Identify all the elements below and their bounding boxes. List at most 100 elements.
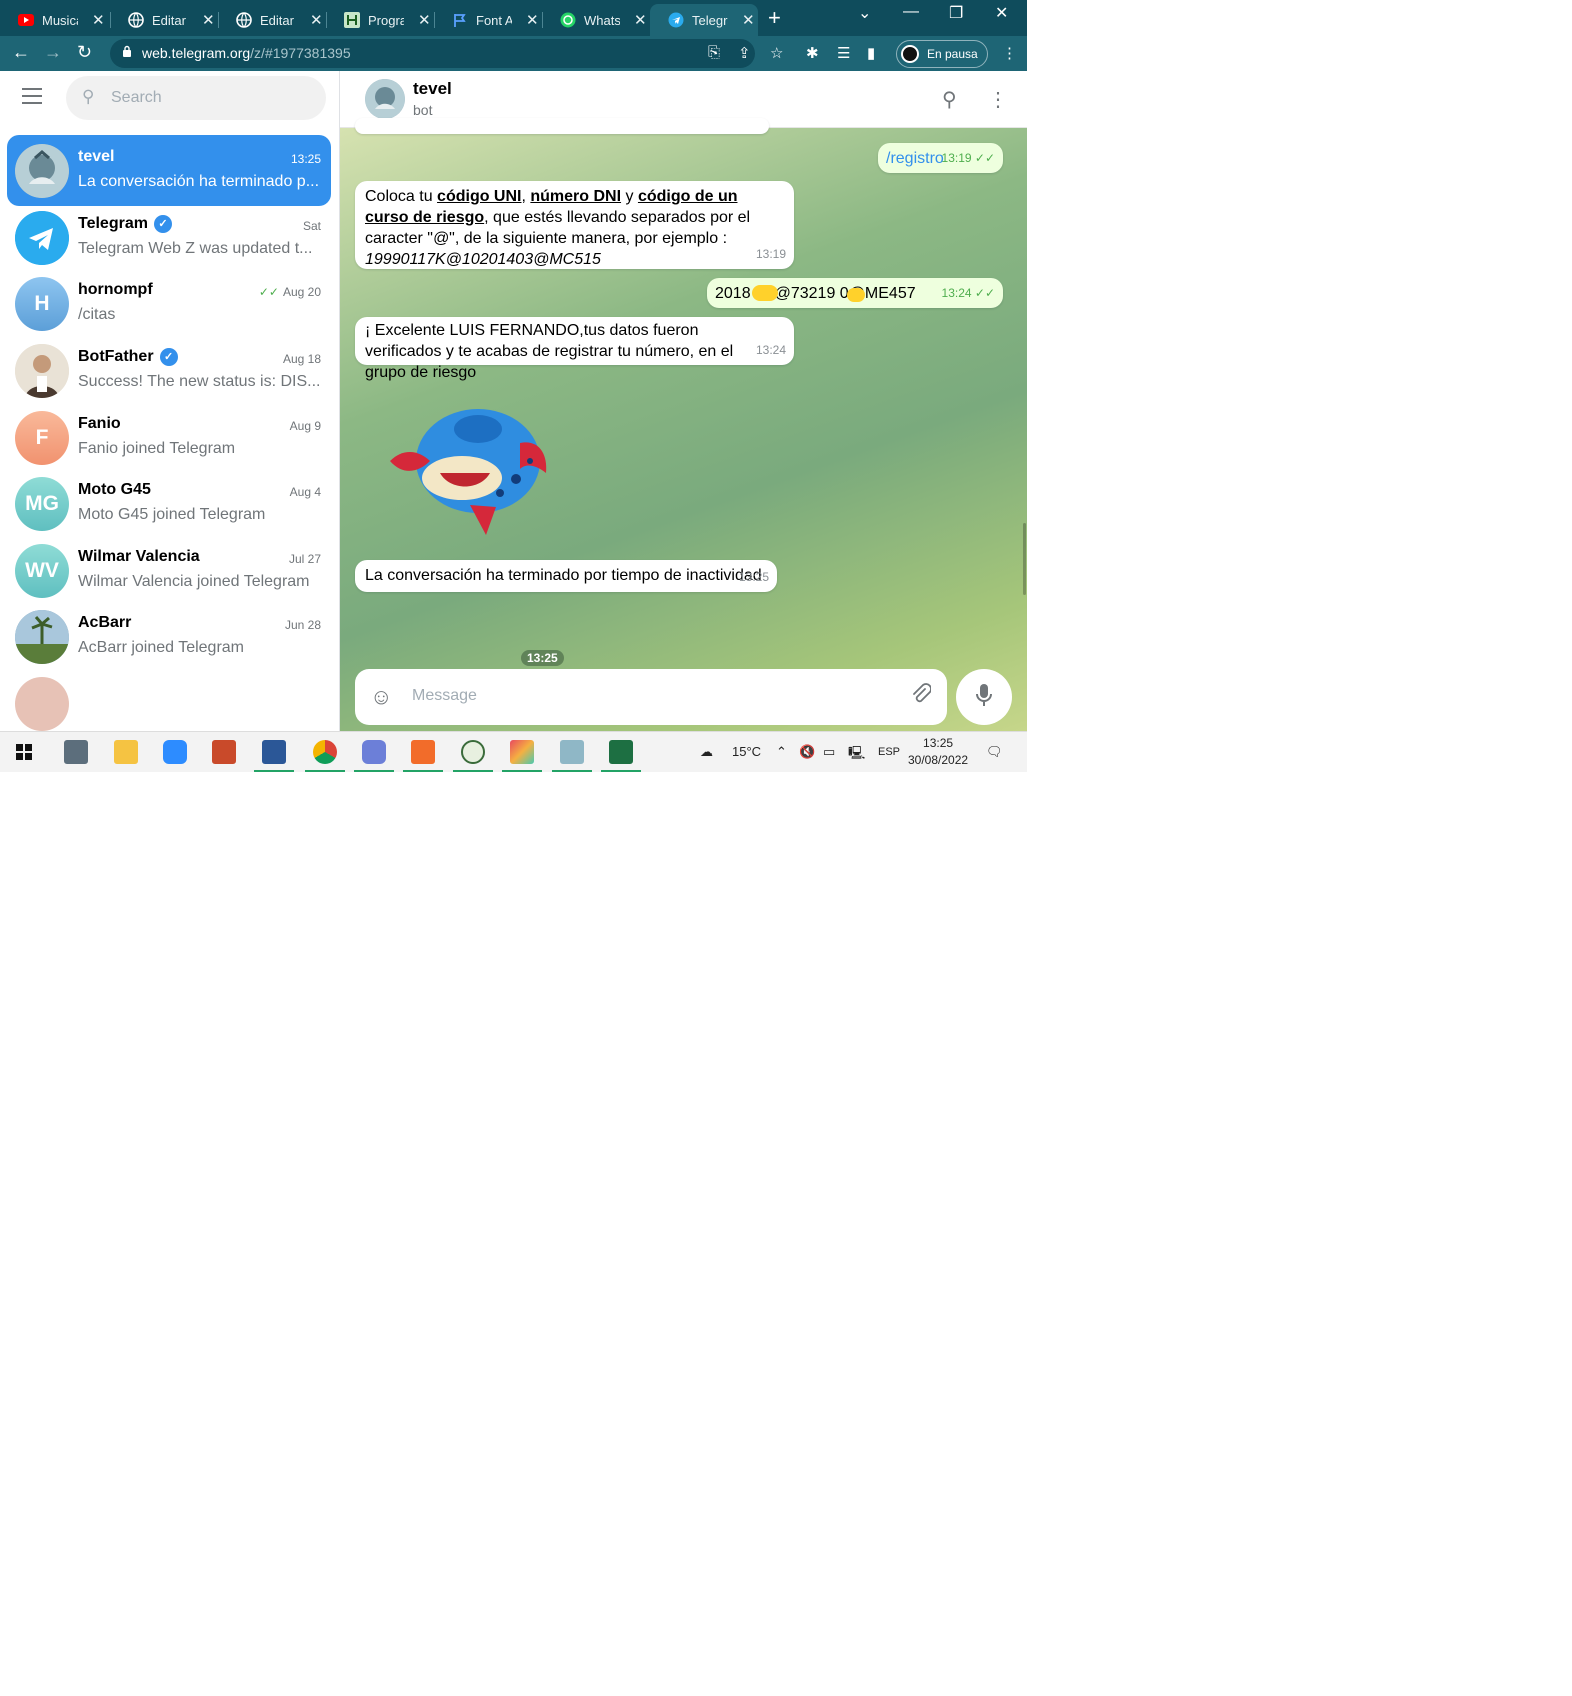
close-tab-icon[interactable]: ✕: [202, 11, 215, 29]
forward-arrow-icon[interactable]: →: [44, 42, 62, 63]
xampp-icon[interactable]: [411, 740, 435, 764]
tab-label: Font Aw: [476, 12, 512, 28]
input-language[interactable]: ESP: [878, 746, 900, 758]
avatar: [901, 45, 919, 63]
bookmark-star-icon[interactable]: ☆: [770, 44, 783, 62]
chat-item-tevel[interactable]: tevel 13:25 La conversación ha terminado…: [7, 135, 331, 206]
notifications-icon[interactable]: 🗨: [986, 744, 1003, 760]
chat-preview: Wilmar Valencia joined Telegram: [78, 573, 310, 590]
reload-icon[interactable]: ↻: [77, 42, 92, 63]
read-double-check-icon: ✓✓: [974, 286, 995, 300]
new-tab-icon[interactable]: +: [768, 5, 781, 31]
more-vertical-icon[interactable]: ⋮: [988, 87, 1008, 112]
box-app-icon[interactable]: [362, 740, 386, 764]
calculator-icon[interactable]: [64, 740, 88, 764]
battery-icon[interactable]: ▭: [823, 744, 835, 760]
close-tab-icon[interactable]: ✕: [742, 11, 755, 29]
windows-start-icon[interactable]: [16, 744, 32, 765]
tab-musica[interactable]: Musica ✕: [0, 4, 110, 36]
message-composer[interactable]: ☺ Message: [355, 669, 947, 725]
telegram-logo-icon: [15, 211, 69, 265]
attachment-paperclip-icon[interactable]: [911, 683, 932, 711]
bot-command-link[interactable]: /registro: [886, 148, 944, 169]
chat-name-text: Telegram: [78, 215, 148, 232]
tab-font-awesome[interactable]: Font Aw ✕: [434, 4, 542, 36]
chat-item-acbarr[interactable]: AcBarr Jun 28 AcBarr joined Telegram: [7, 601, 331, 672]
chat-item-moto-g45[interactable]: MG Moto G45 Aug 4 Moto G45 joined Telegr…: [7, 468, 331, 539]
voice-record-button[interactable]: [956, 669, 1012, 725]
excel-icon[interactable]: [609, 740, 633, 764]
italic-example: 19990117K@10201403@MC515: [365, 251, 601, 268]
chat-item-hornompf[interactable]: H hornompf ✓✓ Aug 20 /citas: [7, 268, 331, 339]
chat-time: Aug 9: [289, 419, 321, 433]
url-text: web.telegram.org/z/#1977381395: [142, 45, 351, 61]
profile-button[interactable]: En pausa: [896, 40, 988, 68]
minimize-icon[interactable]: —: [903, 3, 919, 21]
message-input[interactable]: Message: [412, 687, 477, 705]
close-tab-icon[interactable]: ✕: [526, 11, 539, 29]
chrome-icon[interactable]: [313, 740, 337, 764]
notes-app-icon[interactable]: [560, 740, 584, 764]
weather-temperature[interactable]: 15°C: [732, 744, 761, 759]
avatar: MG: [15, 477, 69, 531]
back-arrow-icon[interactable]: ←: [12, 42, 30, 63]
tab-editar-1[interactable]: Editar m ✕: [110, 4, 218, 36]
address-bar[interactable]: web.telegram.org/z/#1977381395 ⎘ ⇪: [110, 39, 755, 68]
tab-program[interactable]: Progran ✕: [326, 4, 434, 36]
extensions-puzzle-icon[interactable]: ✱: [806, 44, 819, 62]
browser-menu-icon[interactable]: ⋮: [1002, 44, 1017, 62]
sticker-fish[interactable]: [370, 383, 555, 543]
close-tab-icon[interactable]: ✕: [634, 11, 647, 29]
chat-preview: Success! The new status is: DIS...: [78, 373, 321, 390]
close-tab-icon[interactable]: ✕: [418, 11, 431, 29]
program-icon: [344, 12, 360, 28]
tray-chevron-up-icon[interactable]: ⌃: [776, 744, 787, 760]
chat-name: Wilmar Valencia: [78, 548, 200, 565]
tab-label: Musica: [42, 12, 78, 28]
git-kraken-icon[interactable]: [510, 740, 534, 764]
read-double-check-icon: ✓✓: [258, 285, 279, 299]
chat-item-fanio[interactable]: F Fanio Aug 9 Fanio joined Telegram: [7, 402, 331, 473]
avatar: WV: [15, 544, 69, 598]
url-host: web.telegram.org: [142, 45, 251, 61]
verified-badge-icon: ✓: [159, 348, 178, 366]
hs-app-icon[interactable]: [461, 740, 485, 764]
chat-preview: AcBarr joined Telegram: [78, 639, 245, 656]
running-indicator: [354, 770, 394, 772]
volume-muted-icon[interactable]: 🔇: [799, 744, 815, 760]
powerpoint-icon[interactable]: [212, 740, 236, 764]
word-icon[interactable]: [262, 740, 286, 764]
search-input[interactable]: ⚲ Search: [66, 76, 326, 120]
chat-item-wilmar-valencia[interactable]: WV Wilmar Valencia Jul 27 Wilmar Valenci…: [7, 535, 331, 606]
system-clock[interactable]: 13:25 30/08/2022: [908, 735, 968, 769]
conversation-panel: tevel bot ⚲ ⋮ /registro 13:19 ✓✓ Coloca …: [340, 71, 1027, 731]
zoom-icon[interactable]: [163, 740, 187, 764]
install-app-icon[interactable]: ⎘: [708, 44, 720, 61]
tab-editar-2[interactable]: Editar M ✕: [218, 4, 326, 36]
chat-item-telegram[interactable]: Telegram ✓ Sat Telegram Web Z was updated…: [7, 202, 331, 273]
close-tab-icon[interactable]: ✕: [92, 11, 105, 29]
reading-list-icon[interactable]: ☰: [837, 44, 850, 62]
emoji-smile-icon[interactable]: ☺: [370, 684, 392, 710]
tab-telegram[interactable]: Telegran ✕: [650, 4, 758, 36]
avatar: [365, 79, 405, 119]
file-explorer-icon[interactable]: [114, 740, 138, 764]
chat-item-botfather[interactable]: BotFather ✓ Aug 18 Success! The new statu…: [7, 335, 331, 406]
scrollbar[interactable]: [1023, 523, 1026, 595]
close-tab-icon[interactable]: ✕: [310, 11, 323, 29]
side-panel-icon[interactable]: ▮: [867, 44, 875, 62]
share-icon[interactable]: ⇪: [738, 44, 751, 62]
menu-hamburger-icon[interactable]: [22, 88, 42, 109]
weather-cloud-icon[interactable]: ☁: [700, 744, 713, 760]
search-icon[interactable]: ⚲: [942, 87, 957, 112]
restore-icon[interactable]: ❐: [949, 3, 963, 23]
chat-item-partial[interactable]: [7, 668, 331, 731]
tab-whatsapp[interactable]: WhatsA ✕: [542, 4, 650, 36]
tab-search-chevron-icon[interactable]: ⌄: [858, 3, 871, 23]
network-icon[interactable]: 🖳: [848, 744, 865, 766]
message-inactivity: La conversación ha terminado por tiempo …: [355, 560, 777, 592]
microphone-icon: [974, 683, 994, 714]
chat-time: Jun 28: [284, 618, 321, 632]
close-window-icon[interactable]: ✕: [995, 3, 1008, 23]
chat-preview: /citas: [78, 306, 116, 323]
